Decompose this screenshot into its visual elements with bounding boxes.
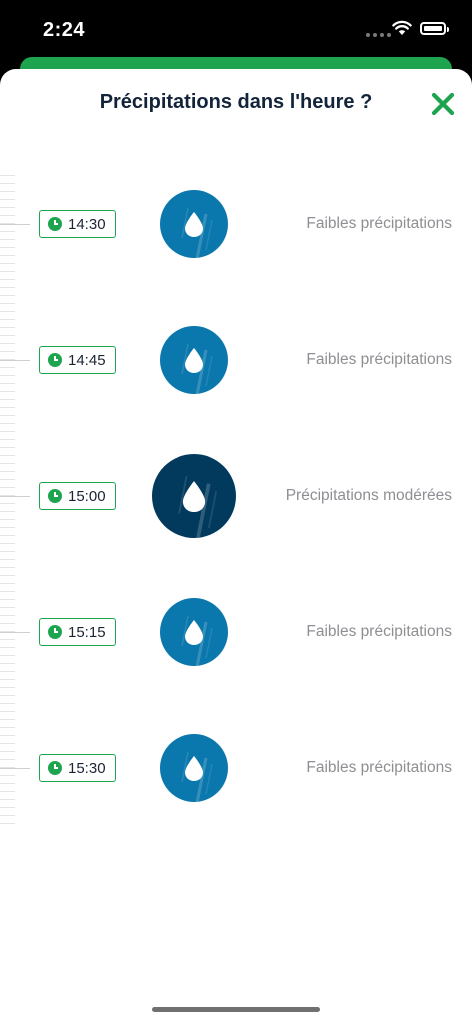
rain-drop-icon: [160, 190, 228, 258]
ruler-tick: [0, 559, 15, 560]
ruler-major-tick: [0, 496, 30, 497]
ruler-tick: [0, 567, 15, 568]
precipitation-modal: Précipitations dans l'heure ? 14:30 Faibl…: [0, 69, 472, 1024]
ruler-tick: [0, 551, 15, 552]
status-time: 2:24: [43, 19, 86, 41]
time-badge: 14:45: [39, 346, 116, 374]
ruler-tick: [0, 687, 15, 688]
clock-icon: [48, 625, 62, 639]
time-badge: 15:15: [39, 618, 116, 646]
ruler-tick: [0, 439, 15, 440]
home-indicator: [152, 1007, 320, 1012]
rain-drop-icon: [160, 734, 228, 802]
precipitation-row: 15:00 Précipitations modérées: [0, 446, 472, 546]
precipitation-row: 15:30 Faibles précipitations: [0, 718, 472, 818]
clock-icon: [48, 489, 62, 503]
ruler-major-tick: [0, 632, 30, 633]
ruler-tick: [0, 431, 15, 432]
cellular-signal-icon: [366, 33, 391, 37]
rain-drop-icon: [152, 454, 236, 538]
ruler-tick: [0, 703, 15, 704]
battery-icon: [420, 22, 449, 35]
rain-drop-icon: [160, 326, 228, 394]
ruler-major-tick: [0, 768, 30, 769]
rain-drop-icon: [160, 598, 228, 666]
ruler-major-tick: [0, 360, 30, 361]
precipitation-label: Faibles précipitations: [306, 623, 452, 640]
clock-icon: [48, 761, 62, 775]
time-label: 14:30: [68, 215, 106, 233]
precipitation-label: Faibles précipitations: [306, 215, 452, 232]
clock-icon: [48, 353, 62, 367]
ruler-tick: [0, 711, 15, 712]
clock-icon: [48, 217, 62, 231]
wifi-icon: [392, 20, 412, 35]
ruler-tick: [0, 415, 15, 416]
precipitation-label: Précipitations modérées: [285, 487, 452, 504]
ruler-tick: [0, 695, 15, 696]
ruler-tick: [0, 823, 15, 824]
precipitation-row: 14:45 Faibles précipitations: [0, 310, 472, 410]
precipitation-row: 14:30 Faibles précipitations: [0, 174, 472, 274]
close-x-icon[interactable]: [430, 91, 456, 117]
ruler-major-tick: [0, 224, 30, 225]
time-badge: 15:30: [39, 754, 116, 782]
ruler-tick: [0, 423, 15, 424]
time-label: 15:00: [68, 487, 106, 505]
ruler-tick: [0, 575, 15, 576]
precipitation-row: 15:15 Faibles précipitations: [0, 582, 472, 682]
time-badge: 14:30: [39, 210, 116, 238]
status-bar: 2:24: [0, 0, 472, 60]
time-badge: 15:00: [39, 482, 116, 510]
precipitation-label: Faibles précipitations: [306, 351, 452, 368]
ruler-tick: [0, 287, 15, 288]
modal-title: Précipitations dans l'heure ?: [99, 91, 373, 113]
precipitation-label: Faibles précipitations: [306, 759, 452, 776]
ruler-tick: [0, 303, 15, 304]
time-label: 15:30: [68, 759, 106, 777]
time-label: 14:45: [68, 351, 106, 369]
ruler-tick: [0, 279, 15, 280]
ruler-tick: [0, 295, 15, 296]
time-label: 15:15: [68, 623, 106, 641]
